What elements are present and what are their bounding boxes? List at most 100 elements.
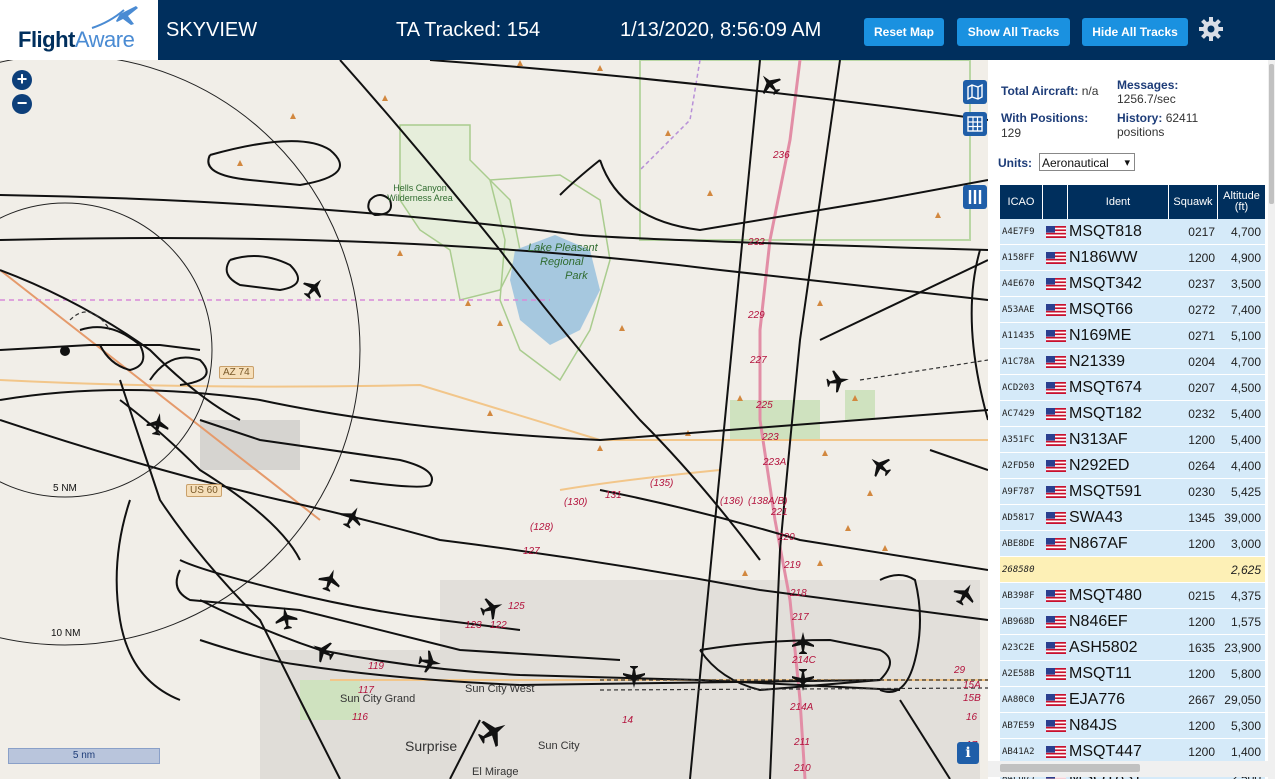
road-label: (136) (720, 496, 744, 507)
map-canvas[interactable]: 5 NM 10 NM Hells Canyon Wilderness Area … (0, 60, 988, 779)
ident-cell: MSQT182 (1069, 404, 1142, 422)
table-row[interactable]: ACD203 MSQT674 0207 4,500 (1000, 375, 1265, 401)
map-layers-button[interactable] (963, 80, 987, 104)
flightaware-logo[interactable]: FlightAware (0, 0, 158, 60)
zoom-in-button[interactable]: + (12, 70, 32, 90)
column-toggle-button[interactable] (963, 185, 987, 209)
table-row[interactable]: AA80C0 EJA776 2667 29,050 (1000, 687, 1265, 713)
us-flag-icon (1045, 329, 1066, 342)
icao-cell: A351FC (1002, 434, 1035, 445)
units-select[interactable]: Aeronautical (1039, 153, 1135, 172)
ident-cell: N186WW (1069, 248, 1138, 266)
altitude-cell: 3,500 (1230, 276, 1261, 291)
table-row[interactable]: AC7429 MSQT182 0232 5,400 (1000, 401, 1265, 427)
squawk-cell: 2667 (1188, 692, 1215, 707)
with-positions-label: With Positions: (1001, 111, 1089, 125)
altitude-cell: 4,375 (1230, 588, 1261, 603)
icao-cell: AC7429 (1002, 408, 1035, 419)
hide-all-tracks-button[interactable]: Hide All Tracks (1082, 18, 1188, 46)
icao-cell: A158FF (1002, 252, 1035, 263)
table-row[interactable]: A158FF N186WW 1200 4,900 (1000, 245, 1265, 271)
road-label: 127 (523, 546, 540, 557)
road-label: 217 (792, 612, 809, 623)
flag-cell (1043, 537, 1068, 550)
ident-cell: MSQT66 (1069, 300, 1134, 318)
squawk-cell: 1200 (1188, 718, 1215, 733)
ident-cell: N169ME (1069, 326, 1132, 344)
table-row[interactable]: A11435 N169ME 0271 5,100 (1000, 323, 1265, 349)
table-body: A4E7F9 MSQT818 0217 4,700 A158FF N186WW 1200 4,… (1000, 219, 1265, 779)
icao-cell: ABE8DE (1002, 538, 1035, 549)
us-flag-icon (1045, 407, 1066, 420)
place-surprise: Surprise (405, 738, 458, 754)
altitude-cell: 5,800 (1230, 666, 1261, 681)
road-label: 123 (465, 620, 482, 631)
us-flag-icon (1045, 433, 1066, 446)
us-flag-icon (1045, 511, 1066, 524)
table-row[interactable]: A2FD50 N292ED 0264 4,400 (1000, 453, 1265, 479)
squawk-cell: 0217 (1188, 224, 1215, 239)
flag-cell (1043, 459, 1068, 472)
place-sun-city: Sun City (538, 740, 580, 752)
reset-map-button[interactable]: Reset Map (864, 18, 944, 46)
col-icao[interactable]: ICAO (1000, 185, 1043, 219)
squawk-cell: 1200 (1188, 744, 1215, 759)
zoom-out-button[interactable]: − (12, 94, 32, 114)
col-altitude[interactable]: Altitude (ft) (1218, 185, 1265, 219)
table-row[interactable]: AD5817 SWA43 1345 39,000 (1000, 505, 1265, 531)
table-row[interactable]: A9F787 MSQT591 0230 5,425 (1000, 479, 1265, 505)
flag-cell (1043, 355, 1068, 368)
flag-cell (1043, 407, 1068, 420)
icao-cell: A9F787 (1002, 486, 1035, 497)
road-label: 119 (368, 661, 384, 672)
ident-cell: MSQT480 (1069, 586, 1142, 604)
gear-icon[interactable] (1198, 16, 1224, 42)
table-row[interactable]: 268580 2,625 (1000, 557, 1265, 583)
squawk-cell: 1200 (1188, 432, 1215, 447)
road-label: 218 (790, 588, 807, 599)
show-all-tracks-button[interactable]: Show All Tracks (957, 18, 1070, 46)
col-flag[interactable] (1043, 185, 1068, 219)
altitude-cell: 1,575 (1230, 614, 1261, 629)
altitude-cell: 23,900 (1224, 640, 1261, 655)
squawk-cell: 0204 (1188, 354, 1215, 369)
table-row[interactable]: ABE8DE N867AF 1200 3,000 (1000, 531, 1265, 557)
us-flag-icon (1045, 251, 1066, 264)
squawk-cell: 0272 (1188, 302, 1215, 317)
us-flag-icon (1045, 303, 1066, 316)
road-shield-us60: US 60 (186, 484, 222, 497)
table-row[interactable]: AB398F MSQT480 0215 4,375 (1000, 583, 1265, 609)
altitude-cell: 5,425 (1230, 484, 1261, 499)
table-row[interactable]: A1C78A N21339 0204 4,700 (1000, 349, 1265, 375)
panel-hscrollbar-thumb[interactable] (1000, 764, 1140, 772)
ident-cell: MSQT818 (1069, 222, 1142, 240)
flag-cell (1043, 251, 1068, 264)
flag-cell (1043, 485, 1068, 498)
messages-stat-label: Messages: (1117, 78, 1179, 92)
table-row[interactable]: A4E670 MSQT342 0237 3,500 (1000, 271, 1265, 297)
table-row[interactable]: A4E7F9 MSQT818 0217 4,700 (1000, 219, 1265, 245)
place-lake-pleasant-2: Regional (540, 256, 584, 268)
flag-cell (1043, 615, 1068, 628)
us-flag-icon (1045, 615, 1066, 628)
table-row[interactable]: AB968D N846EF 1200 1,575 (1000, 609, 1265, 635)
road-label: 16 (966, 712, 978, 723)
grid-toggle-button[interactable] (963, 112, 987, 136)
flag-cell (1043, 381, 1068, 394)
flag-cell (1043, 667, 1068, 680)
table-row[interactable]: AB7E59 N84JS 1200 5,300 (1000, 713, 1265, 739)
flag-cell (1043, 277, 1068, 290)
info-button[interactable]: i (957, 742, 979, 764)
table-row[interactable]: A53AAE MSQT66 0272 7,400 (1000, 297, 1265, 323)
altitude-cell: 7,400 (1230, 302, 1261, 317)
col-ident[interactable]: Ident (1068, 185, 1169, 219)
table-row[interactable]: A23C2E ASH5802 1635 23,900 (1000, 635, 1265, 661)
table-row[interactable]: A2E58B MSQT11 1200 5,800 (1000, 661, 1265, 687)
road-label: 223A (763, 457, 787, 468)
panel-scrollbar-thumb[interactable] (1269, 64, 1274, 204)
logo-wordmark: FlightAware (18, 27, 135, 52)
altitude-cell: 5,400 (1230, 432, 1261, 447)
table-row[interactable]: A351FC N313AF 1200 5,400 (1000, 427, 1265, 453)
col-squawk[interactable]: Squawk (1169, 185, 1218, 219)
ident-cell: EJA776 (1069, 690, 1126, 708)
